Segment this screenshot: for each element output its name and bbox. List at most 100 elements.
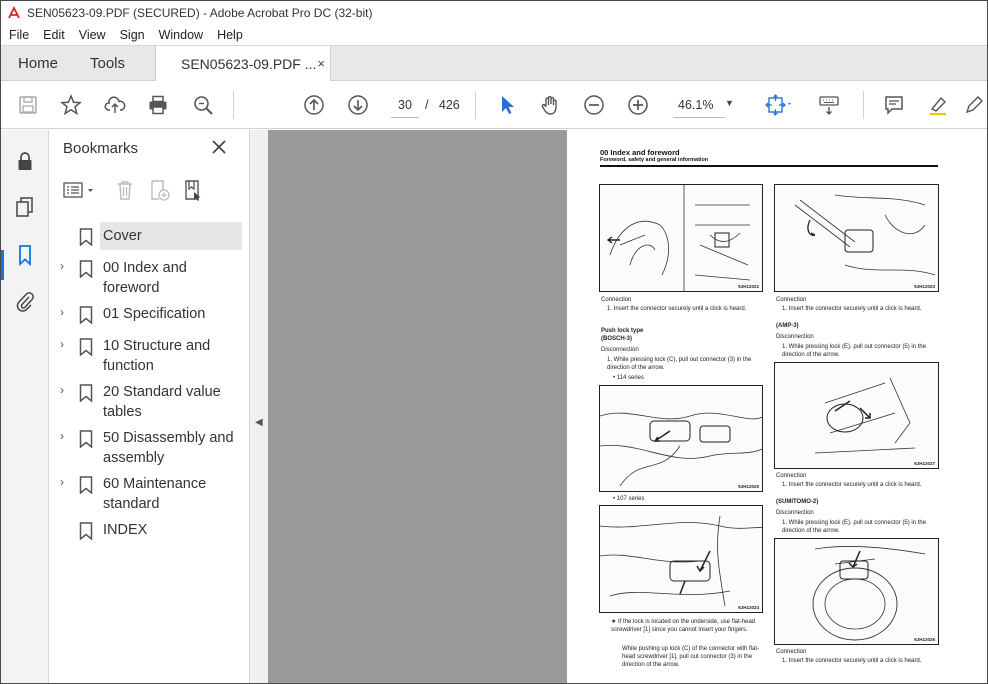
fit-page-icon[interactable]	[761, 93, 797, 117]
expand-chevron-icon[interactable]: ›	[60, 305, 64, 319]
bookmark-item-01[interactable]: › 01 Specification	[50, 302, 250, 334]
comment-icon[interactable]	[881, 93, 907, 117]
menu-help[interactable]: Help	[217, 28, 243, 42]
title-bar: SEN05623-09.PDF (SECURED) - Adobe Acroba…	[1, 1, 987, 24]
upload-icon[interactable]	[102, 93, 128, 117]
bookmark-options-icon[interactable]	[62, 179, 98, 201]
toolbar-separator	[863, 91, 864, 119]
keyboard-icon[interactable]	[816, 93, 842, 117]
total-pages: 426	[438, 98, 460, 112]
new-bookmark-icon[interactable]	[148, 179, 170, 201]
document-view[interactable]: 00 Index and foreword Foreword, safety a…	[268, 130, 987, 683]
figure-connector-6: 9JH12026	[774, 538, 939, 645]
bookmark-label: 01 Specification	[103, 306, 206, 322]
toolbar-separator	[233, 91, 234, 119]
text-disconnection: Disconnection	[776, 334, 814, 340]
expand-chevron-icon[interactable]: ›	[60, 429, 64, 443]
bookmark-star-icon[interactable]	[58, 93, 84, 117]
tab-home[interactable]: Home	[18, 46, 58, 81]
bookmark-item-50[interactable]: › 50 Disassembly and assembly	[50, 426, 250, 472]
pen-icon[interactable]	[963, 93, 985, 117]
bookmark-icon[interactable]	[14, 244, 36, 267]
bookmark-item-10[interactable]: › 10 Structure and function	[50, 334, 250, 380]
text-step: 1. Insert the connector securely until a…	[607, 306, 747, 312]
figure-code: 9JH12024	[738, 605, 759, 610]
figure-code: 9JH12027	[914, 461, 935, 466]
figure-connector-1: 9JH12022	[599, 184, 763, 292]
tab-document[interactable]: SEN05623-09.PDF ... ×	[155, 46, 331, 82]
bookmark-flag-icon	[79, 522, 93, 540]
page-subheading: Foreword, safety and general information	[600, 157, 709, 163]
tab-document-label: SEN05623-09.PDF ...	[181, 56, 317, 72]
menu-edit[interactable]: Edit	[43, 28, 65, 42]
text-connection: Connection	[776, 473, 807, 479]
search-zoom-icon[interactable]	[190, 93, 216, 117]
navigation-rail	[1, 130, 49, 683]
page-up-icon[interactable]	[301, 93, 327, 117]
tab-bar: Home Tools SEN05623-09.PDF ... ×	[1, 45, 987, 82]
expand-chevron-icon[interactable]: ›	[60, 383, 64, 397]
figure-connector-5: 9JH12027	[774, 362, 939, 469]
panel-close-icon[interactable]	[212, 138, 226, 158]
bookmark-item-60[interactable]: › 60 Maintenance standard	[50, 472, 250, 518]
figure-code: 9JH12022	[738, 284, 759, 289]
page-number-input[interactable]: 30	[391, 92, 419, 118]
tab-tools[interactable]: Tools	[90, 46, 125, 81]
bookmark-item-cover[interactable]: Cover	[50, 222, 250, 256]
bookmark-tools	[50, 176, 250, 206]
delete-bookmark-icon[interactable]	[114, 179, 136, 201]
attachment-icon[interactable]	[14, 290, 36, 312]
bookmark-item-20[interactable]: › 20 Standard value tables	[50, 380, 250, 426]
zoom-out-icon[interactable]	[581, 93, 607, 117]
bookmark-flag-icon	[79, 430, 93, 448]
menu-window[interactable]: Window	[159, 28, 203, 42]
collapse-arrow-icon[interactable]: ◀	[255, 417, 263, 428]
bookmark-item-00[interactable]: › 00 Index and foreword	[50, 256, 250, 302]
zoom-dropdown-icon[interactable]: ▼	[725, 98, 734, 108]
toolbar-separator	[475, 91, 476, 119]
zoom-level-input[interactable]: 46.1%	[673, 92, 725, 118]
page-total: / 426	[425, 92, 460, 118]
menu-file[interactable]: File	[9, 28, 29, 42]
bookmark-label: Cover	[103, 228, 142, 244]
text-disconnection: Disconnection	[601, 347, 639, 353]
text-connection: Connection	[776, 649, 807, 655]
figure-connector-3: 9JH12024	[599, 505, 763, 613]
page-down-icon[interactable]	[345, 93, 371, 117]
bookmark-flag-icon	[79, 260, 93, 278]
hand-icon[interactable]	[537, 93, 563, 117]
text-bosch: (BOSCH-3)	[601, 336, 632, 342]
menu-view[interactable]: View	[79, 28, 106, 42]
figure-code: 9JH12026	[914, 637, 935, 642]
figure-code: 9JH12023	[914, 284, 935, 289]
text-step: 1. While pressing lock (C), pull out con…	[607, 357, 752, 371]
page-separator: /	[425, 98, 429, 112]
figure-connector-2: 9JH12025	[599, 385, 763, 492]
text-step: 1. While pressing lock (E), pull out con…	[782, 520, 927, 534]
expand-chevron-icon[interactable]: ›	[60, 259, 64, 273]
save-icon[interactable]	[15, 93, 41, 117]
menu-sign[interactable]: Sign	[120, 28, 145, 42]
pages-icon[interactable]	[14, 196, 36, 218]
expand-chevron-icon[interactable]: ›	[60, 475, 64, 489]
find-bookmark-icon[interactable]	[182, 179, 204, 201]
panel-collapse-handle[interactable]: ◀	[250, 130, 268, 683]
text-step: 1. Insert the connector securely until a…	[782, 306, 922, 312]
toolbar: 30 / 426 46.1% ▼	[1, 81, 987, 129]
text-note: While pushing up lock (C) of the connect…	[622, 646, 760, 668]
bookmark-flag-icon	[79, 476, 93, 494]
bookmark-label: 60 Maintenance standard	[103, 476, 207, 512]
lock-icon[interactable]	[14, 150, 36, 172]
expand-chevron-icon[interactable]: ›	[60, 337, 64, 351]
zoom-in-icon[interactable]	[625, 93, 651, 117]
bookmark-label: 10 Structure and function	[103, 338, 211, 374]
bookmark-label: 00 Index and foreword	[103, 260, 187, 296]
bookmark-label: INDEX	[103, 522, 148, 538]
highlight-icon[interactable]	[925, 93, 951, 117]
print-icon[interactable]	[145, 93, 171, 117]
bookmark-item-index[interactable]: INDEX	[50, 518, 250, 550]
text-push-lock: Push lock type	[601, 328, 644, 334]
select-cursor-icon[interactable]	[494, 93, 520, 117]
text-step: 1. Insert the connector securely until a…	[782, 482, 922, 488]
tab-close-icon[interactable]: ×	[317, 56, 325, 71]
